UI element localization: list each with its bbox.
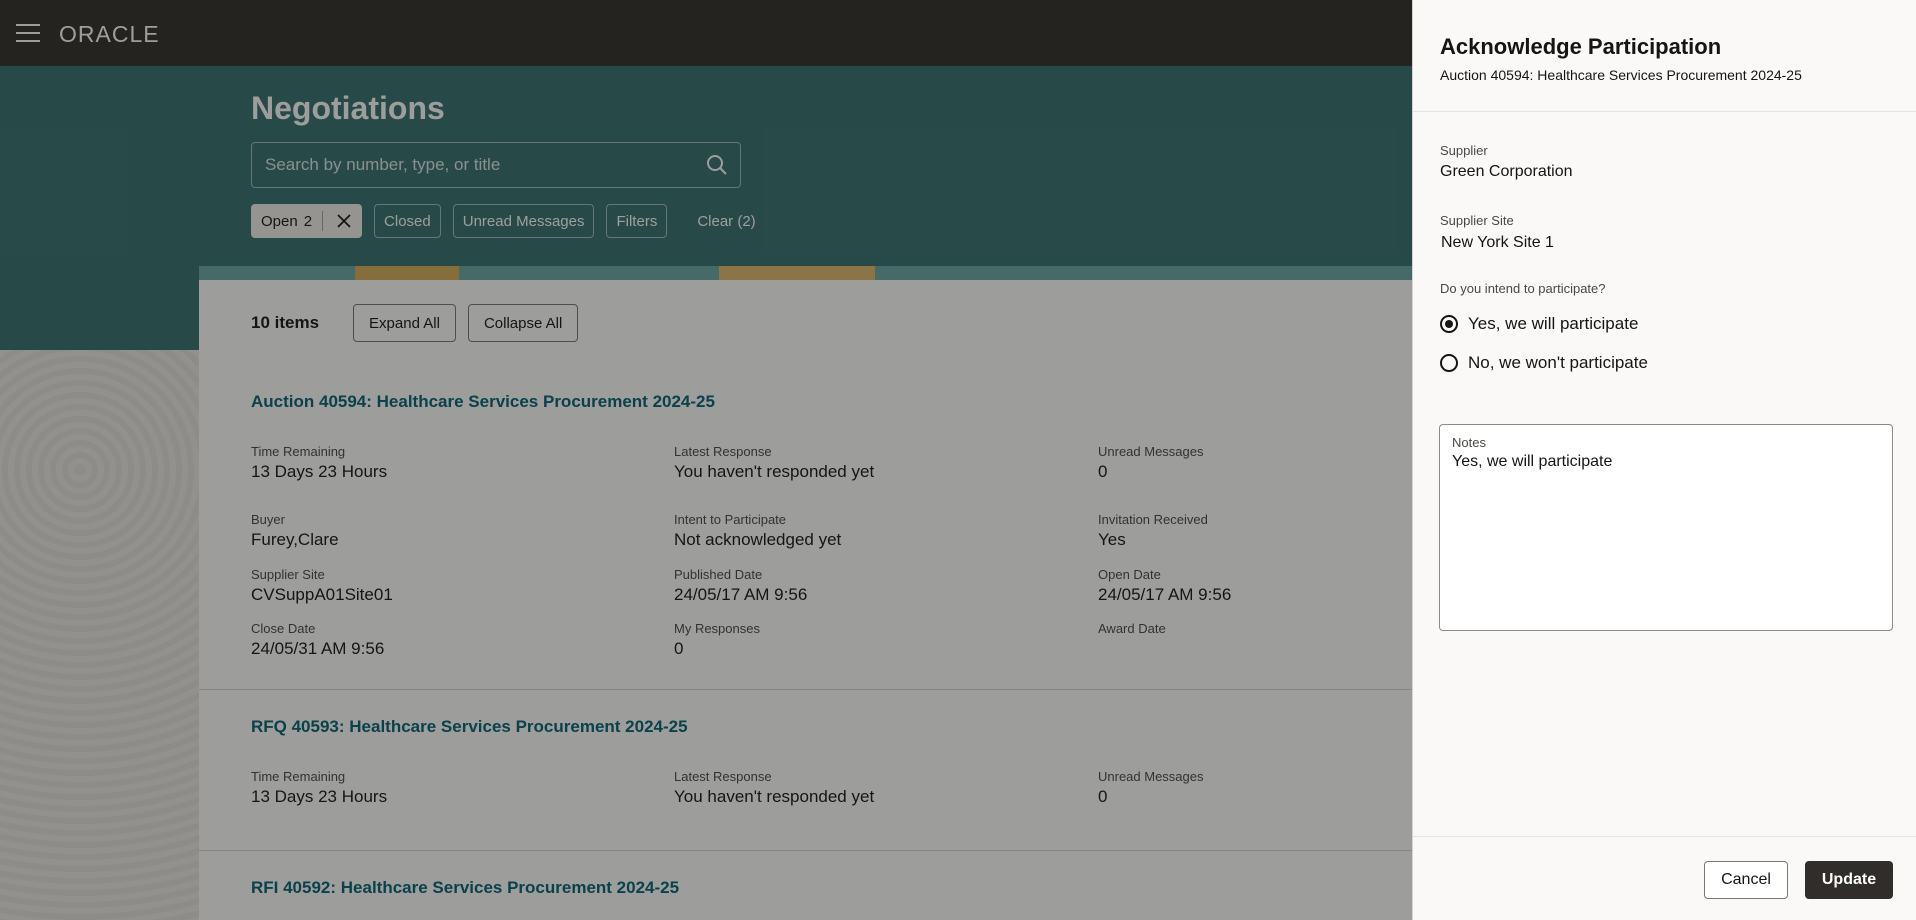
radio-yes-label: Yes, we will participate [1468, 314, 1639, 333]
drawer-subtitle: Auction 40594: Healthcare Services Procu… [1440, 67, 1802, 83]
radio-no-participate[interactable]: No, we won't participate [1440, 353, 1648, 373]
supplier-value: Green Corporation [1440, 163, 1573, 180]
drawer-footer: Cancel Update [1413, 836, 1916, 920]
notes-label: Notes [1452, 435, 1486, 450]
radio-selected-icon[interactable] [1440, 315, 1458, 333]
notes-textarea[interactable]: Yes, we will participate [1452, 453, 1882, 618]
participation-question: Do you intend to participate? [1440, 281, 1606, 296]
notes-field[interactable]: Notes Yes, we will participate [1439, 424, 1893, 631]
update-button[interactable]: Update [1805, 861, 1893, 899]
drawer-title: Acknowledge Participation [1440, 34, 1722, 59]
supplier-site-value: New York Site 1 [1441, 234, 1554, 251]
cancel-button[interactable]: Cancel [1704, 861, 1788, 899]
supplier-label: Supplier [1440, 143, 1488, 158]
radio-no-label: No, we won't participate [1468, 353, 1648, 372]
radio-yes-participate[interactable]: Yes, we will participate [1440, 314, 1638, 334]
supplier-site-label: Supplier Site [1440, 213, 1514, 228]
drawer-header: Acknowledge Participation Auction 40594:… [1413, 0, 1916, 112]
acknowledge-participation-drawer: Acknowledge Participation Auction 40594:… [1412, 0, 1916, 920]
radio-unselected-icon[interactable] [1440, 354, 1458, 372]
